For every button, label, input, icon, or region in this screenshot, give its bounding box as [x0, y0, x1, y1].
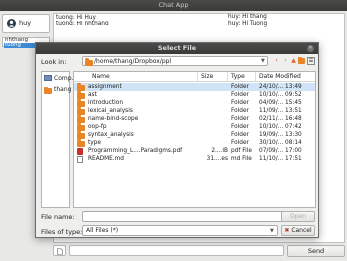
files-of-type-label: Files of type: [41, 228, 83, 236]
column-header-name[interactable]: Name [74, 72, 198, 81]
file-type: Folder [231, 124, 249, 130]
file-row[interactable]: ast Folder 10/10/... 09:52 [74, 91, 315, 99]
look-in-path: /home/thang/Dropbox/ppl [94, 58, 172, 65]
window-title: Chat App [0, 0, 347, 11]
folder-icon [77, 83, 85, 91]
file-row[interactable]: introduction Folder 04/09/... 15:45 [74, 99, 315, 107]
file-name: lexical_analysis [88, 108, 133, 114]
file-date: 11/10/... 17:51 [259, 156, 302, 162]
file-date: 10/10/... 09:52 [259, 92, 302, 98]
folder-icon [77, 91, 85, 99]
current-user-name: huy [19, 19, 32, 27]
file-type: Folder [231, 92, 249, 98]
cancel-button-label: Cancel [291, 227, 312, 234]
folder-icon [77, 107, 85, 115]
file-row[interactable]: oop-fp Folder 10/10/... 07:42 [74, 123, 315, 131]
folder-icon [77, 131, 85, 139]
user-avatar-icon [7, 19, 16, 28]
computer-icon [44, 75, 52, 81]
file-row[interactable]: syntax_analysis Folder 19/09/... 13:30 [74, 131, 315, 139]
file-row[interactable]: name-bind-scope Folder 02/11/... 16:48 [74, 115, 315, 123]
file-type: Folder [231, 108, 249, 114]
folder-icon [77, 123, 85, 131]
folder-icon [77, 139, 85, 147]
look-in-combo[interactable]: /home/thang/Dropbox/ppl ▼ [82, 56, 268, 66]
file-row[interactable]: README.md 31....es md File 11/10/... 17:51 [74, 155, 315, 163]
file-name-input[interactable] [82, 211, 314, 222]
file-type: Folder [231, 84, 249, 90]
file-size: 31....es [206, 156, 228, 162]
chat-message: tuong: Hi nhthang [56, 21, 109, 25]
chevron-down-icon[interactable]: ▼ [261, 57, 265, 66]
header-divider [74, 81, 315, 82]
file-row[interactable]: Programming_L....Paradigms.pdf 2....iB pdf… [74, 147, 315, 155]
file-date: 30/10/... 08:14 [259, 140, 302, 146]
file-date: 19/09/... 13:30 [259, 132, 302, 138]
place-label: thang [54, 86, 72, 93]
back-arrow-icon[interactable]: ‹ [272, 56, 281, 65]
file-row[interactable]: type Folder 30/10/... 08:14 [74, 139, 315, 147]
attach-file-button[interactable] [53, 245, 66, 256]
look-in-label: Look in: [41, 58, 67, 66]
new-folder-icon[interactable] [298, 56, 306, 64]
home-folder-icon [44, 86, 52, 94]
column-header-type[interactable]: Type [228, 72, 256, 81]
file-date: 02/11/... 16:48 [259, 116, 302, 122]
chat-message: huy: Hi Tuong [228, 21, 268, 27]
folder-icon [85, 58, 93, 66]
open-button-label: Open [289, 213, 307, 220]
parent-folder-icon[interactable]: ▲ [289, 56, 298, 65]
places-sidebar: Comp... thang [41, 71, 77, 208]
file-attach-icon [57, 247, 63, 255]
place-item-home[interactable]: thang [43, 85, 72, 95]
file-size: 2....iB [211, 148, 228, 154]
files-of-type-combo[interactable]: All Files (*) ▼ [82, 225, 278, 236]
list-view-icon[interactable]: ☰ [307, 57, 315, 65]
file-type: Folder [231, 100, 249, 106]
current-user-box: huy [2, 14, 50, 33]
cancel-icon: ✖ [284, 227, 290, 234]
file-name: syntax_analysis [88, 132, 134, 138]
file-name-label: File name: [41, 213, 75, 221]
chevron-down-icon[interactable]: ▼ [270, 226, 274, 236]
pdf-file-icon [77, 147, 83, 155]
file-name: type [88, 140, 101, 146]
file-name: Programming_L....Paradigms.pdf [88, 148, 183, 154]
dialog-title: Select File [36, 43, 318, 54]
file-name: introduction [88, 100, 124, 106]
column-header-size[interactable]: Size [198, 72, 228, 81]
files-of-type-value: All Files (*) [86, 227, 119, 234]
file-date: 24/10/... 13:49 [259, 84, 302, 90]
file-date: 10/10/... 07:42 [259, 124, 302, 130]
close-icon[interactable]: ✕ [307, 45, 314, 52]
file-row[interactable]: assignment Folder 24/10/... 13:49 [74, 83, 315, 91]
send-button[interactable]: Send [287, 245, 345, 257]
file-date: 04/09/... 15:45 [259, 100, 302, 106]
folder-icon [77, 99, 85, 107]
file-name: ast [88, 92, 97, 98]
file-type: pdf File [231, 148, 252, 154]
file-date: 11/09/... 13:51 [259, 108, 302, 114]
file-name: oop-fp [88, 124, 107, 130]
document-icon [77, 155, 83, 163]
file-type: Folder [231, 132, 249, 138]
cancel-button[interactable]: ✖ Cancel [281, 225, 315, 236]
file-date: 07/09/... 17:00 [259, 148, 302, 154]
file-type: Folder [231, 140, 249, 146]
file-list: Name Size Type Date Modified assignment F… [73, 71, 316, 208]
place-item-computer[interactable]: Comp... [43, 74, 77, 84]
file-type: Folder [231, 116, 249, 122]
folder-icon [77, 115, 85, 123]
column-header-date[interactable]: Date Modified [256, 72, 315, 81]
select-file-dialog: Select File ✕ Look in: /home/thang/Dropb… [35, 42, 319, 238]
chat-message: huy: Hi thang [228, 14, 267, 20]
new-folder-glyph [298, 56, 305, 64]
file-type: md File [231, 156, 252, 162]
file-name: name-bind-scope [88, 116, 139, 122]
file-name: README.md [88, 156, 124, 162]
open-button[interactable]: Open [281, 211, 315, 222]
file-row[interactable]: lexical_analysis Folder 11/09/... 13:51 [74, 107, 315, 115]
file-name: assignment [88, 84, 122, 90]
message-input[interactable] [69, 245, 284, 256]
